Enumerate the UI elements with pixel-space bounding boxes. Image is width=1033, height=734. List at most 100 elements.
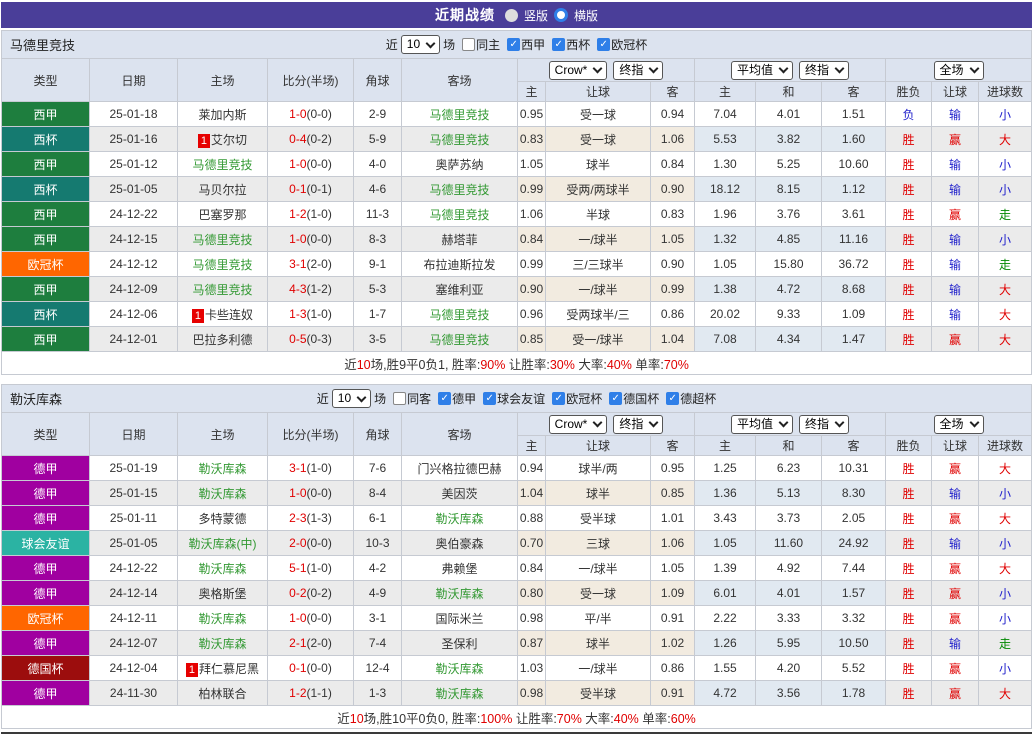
away-team[interactable]: 美因茨 <box>401 480 518 506</box>
match-score[interactable]: 0-2(0-2) <box>267 580 354 606</box>
home-team[interactable]: 马德里竞技 <box>177 151 268 177</box>
home-team[interactable]: 多特蒙德 <box>177 505 268 531</box>
home-team[interactable]: 勒沃库森 <box>177 455 268 481</box>
away-team[interactable]: 马德里竞技 <box>401 326 518 352</box>
full-match-select[interactable]: 全场 <box>933 414 984 434</box>
match-score[interactable]: 0-1(0-0) <box>267 655 354 681</box>
odds-source-select[interactable]: Crow* <box>548 60 608 80</box>
final-index-select[interactable]: 终指 <box>799 60 850 80</box>
match-score[interactable]: 0-1(0-1) <box>267 176 354 202</box>
match-score[interactable]: 2-0(0-0) <box>267 530 354 556</box>
away-team[interactable]: 圣保利 <box>401 630 518 656</box>
league-checkbox[interactable]: ✓ 德甲 <box>438 390 476 407</box>
odds-source-select[interactable]: Crow* <box>548 414 608 434</box>
away-team[interactable]: 马德里竞技 <box>401 201 518 227</box>
home-team[interactable]: 勒沃库森(中) <box>177 530 268 556</box>
checked-checkbox-icon[interactable]: ✓ <box>609 392 623 405</box>
league-checkbox[interactable]: ✓ 西甲 <box>507 36 545 53</box>
away-team[interactable]: 国际米兰 <box>401 605 518 631</box>
final-index-select[interactable]: 终指 <box>613 414 664 434</box>
away-team[interactable]: 勒沃库森 <box>401 655 518 681</box>
match-score[interactable]: 1-0(0-0) <box>267 226 354 252</box>
match-score[interactable]: 1-2(1-1) <box>267 680 354 706</box>
average-select[interactable]: 平均值 <box>730 414 793 434</box>
match-score[interactable]: 2-3(1-3) <box>267 505 354 531</box>
match-score[interactable]: 2-1(2-0) <box>267 630 354 656</box>
final-index-select[interactable]: 终指 <box>613 60 664 80</box>
league-checkbox[interactable]: ✓ 欧冠杯 <box>552 390 602 407</box>
away-team[interactable]: 弗赖堡 <box>401 555 518 581</box>
home-team[interactable]: 勒沃库森 <box>177 630 268 656</box>
average-select[interactable]: 平均值 <box>730 60 793 80</box>
chevron-down-icon <box>778 417 789 428</box>
avg-away-odds: 3.61 <box>820 201 887 227</box>
home-team[interactable]: 巴塞罗那 <box>177 201 268 227</box>
home-team[interactable]: 奥格斯堡 <box>177 580 268 606</box>
away-team[interactable]: 门兴格拉德巴赫 <box>401 455 518 481</box>
away-team[interactable]: 勒沃库森 <box>401 505 518 531</box>
away-team[interactable]: 布拉迪斯拉发 <box>401 251 518 277</box>
home-team[interactable]: 勒沃库森 <box>177 605 268 631</box>
away-team[interactable]: 奥伯豪森 <box>401 530 518 556</box>
checked-checkbox-icon[interactable]: ✓ <box>483 392 497 405</box>
home-team[interactable]: 勒沃库森 <box>177 555 268 581</box>
match-score[interactable]: 1-0(0-0) <box>267 480 354 506</box>
away-team[interactable]: 马德里竞技 <box>401 176 518 202</box>
league-checkbox[interactable]: ✓ 德超杯 <box>666 390 716 407</box>
home-team[interactable]: 莱加内斯 <box>177 101 268 127</box>
away-team[interactable]: 塞维利亚 <box>401 276 518 302</box>
league-checkbox[interactable]: ✓ 西杯 <box>552 36 590 53</box>
checked-checkbox-icon[interactable]: ✓ <box>597 38 611 51</box>
checked-checkbox-icon[interactable]: ✓ <box>507 38 521 51</box>
away-team[interactable]: 赫塔菲 <box>401 226 518 252</box>
fulltime-score: 5-1 <box>289 561 307 575</box>
match-score[interactable]: 3-1(2-0) <box>267 251 354 277</box>
home-team[interactable]: 马德里竞技 <box>177 251 268 277</box>
match-score[interactable]: 1-0(0-0) <box>267 101 354 127</box>
match-score[interactable]: 0-5(0-3) <box>267 326 354 352</box>
away-team[interactable]: 马德里竞技 <box>401 126 518 152</box>
home-team[interactable]: 1 拜仁慕尼黑 <box>177 655 268 681</box>
home-team[interactable]: 柏林联合 <box>177 680 268 706</box>
select-value: 终指 <box>619 416 644 431</box>
unchecked-checkbox-icon[interactable] <box>393 392 407 405</box>
final-index-select[interactable]: 终指 <box>799 414 850 434</box>
league-checkbox[interactable]: ✓ 德国杯 <box>609 390 659 407</box>
away-team[interactable]: 勒沃库森 <box>401 580 518 606</box>
checked-checkbox-icon[interactable]: ✓ <box>552 392 566 405</box>
league-checkbox[interactable]: 同客 <box>393 390 431 407</box>
match-score[interactable]: 3-1(1-0) <box>267 455 354 481</box>
match-score[interactable]: 4-3(1-2) <box>267 276 354 302</box>
league-checkbox[interactable]: 同主 <box>462 36 500 53</box>
match-score[interactable]: 1-2(1-0) <box>267 201 354 227</box>
vertical-layout-radio[interactable] <box>504 8 518 22</box>
away-team[interactable]: 勒沃库森 <box>401 680 518 706</box>
match-score[interactable]: 5-1(1-0) <box>267 555 354 581</box>
unchecked-checkbox-icon[interactable] <box>462 38 476 51</box>
recent-count-select[interactable]: 10 <box>331 389 372 408</box>
away-team[interactable]: 马德里竞技 <box>401 101 518 127</box>
league-checkbox[interactable]: ✓ 欧冠杯 <box>597 36 647 53</box>
full-match-select[interactable]: 全场 <box>933 60 984 80</box>
match-score[interactable]: 1-3(1-0) <box>267 301 354 327</box>
handicap-away-odds: 0.91 <box>650 605 695 631</box>
home-team[interactable]: 马贝尔拉 <box>177 176 268 202</box>
away-team[interactable]: 马德里竞技 <box>401 301 518 327</box>
home-team[interactable]: 勒沃库森 <box>177 480 268 506</box>
home-team[interactable]: 1 卡些连奴 <box>177 301 268 327</box>
match-score[interactable]: 1-0(0-0) <box>267 151 354 177</box>
home-team[interactable]: 马德里竞技 <box>177 226 268 252</box>
away-team[interactable]: 奥萨苏纳 <box>401 151 518 177</box>
home-team[interactable]: 马德里竞技 <box>177 276 268 302</box>
home-team[interactable]: 巴拉多利德 <box>177 326 268 352</box>
home-team[interactable]: 1 艾尔切 <box>177 126 268 152</box>
horizontal-layout-radio[interactable] <box>554 8 568 22</box>
checked-checkbox-icon[interactable]: ✓ <box>438 392 452 405</box>
checked-checkbox-icon[interactable]: ✓ <box>666 392 680 405</box>
home-team-name: 勒沃库森(中) <box>188 536 257 551</box>
league-checkbox[interactable]: ✓ 球会友谊 <box>483 390 545 407</box>
match-score[interactable]: 1-0(0-0) <box>267 605 354 631</box>
recent-count-select[interactable]: 10 <box>400 35 441 54</box>
checked-checkbox-icon[interactable]: ✓ <box>552 38 566 51</box>
match-score[interactable]: 0-4(0-2) <box>267 126 354 152</box>
